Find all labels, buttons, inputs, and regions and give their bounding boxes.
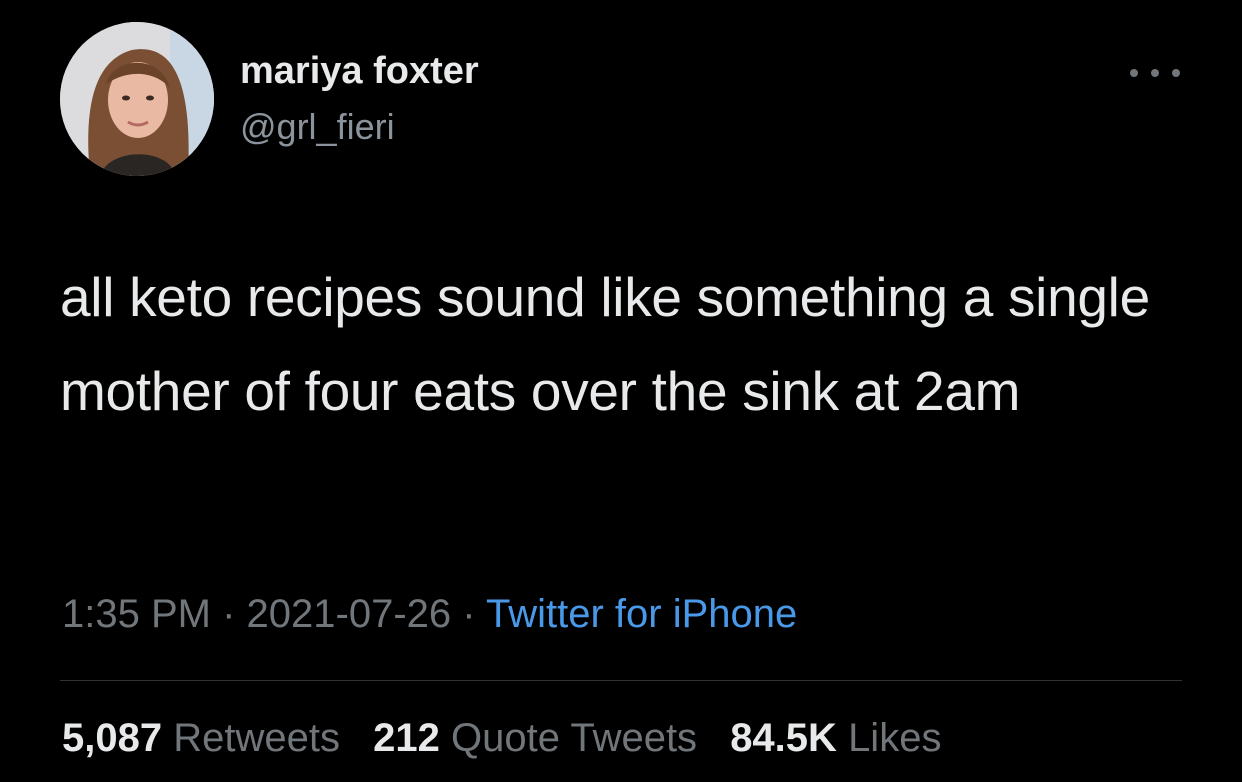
meta-separator: · — [462, 592, 476, 636]
author-display-name[interactable]: mariya foxter — [240, 50, 479, 93]
dot — [1151, 69, 1159, 77]
likes-stat[interactable]: 84.5K Likes — [730, 716, 941, 761]
likes-label: Likes — [848, 716, 942, 760]
quote-tweets-count: 212 — [373, 716, 440, 760]
meta-separator: · — [222, 592, 236, 636]
retweets-stat[interactable]: 5,087 Retweets — [62, 716, 340, 761]
tweet-meta: 1:35 PM · 2021-07-26 · Twitter for iPhon… — [62, 592, 797, 637]
likes-count: 84.5K — [730, 716, 837, 760]
tweet-stats: 5,087 Retweets 212 Quote Tweets 84.5K Li… — [62, 716, 963, 761]
tweet-source-link[interactable]: Twitter for iPhone — [486, 592, 797, 636]
tweet-time[interactable]: 1:35 PM — [62, 592, 211, 636]
dot — [1130, 69, 1138, 77]
quote-tweets-stat[interactable]: 212 Quote Tweets — [373, 716, 697, 761]
tweet-date[interactable]: 2021-07-26 — [247, 592, 452, 636]
quote-tweets-label: Quote Tweets — [450, 716, 698, 760]
retweets-count: 5,087 — [62, 716, 163, 760]
profile-photo-icon — [60, 22, 214, 176]
avatar[interactable] — [60, 22, 214, 176]
divider — [60, 680, 1182, 681]
retweets-label: Retweets — [173, 716, 340, 760]
dot — [1172, 69, 1180, 77]
tweet-text: all keto recipes sound like something a … — [60, 266, 1150, 422]
tweet-card: mariya foxter @grl_fieri all keto recipe… — [0, 0, 1242, 782]
more-options-icon[interactable] — [1130, 62, 1180, 84]
author-handle[interactable]: @grl_fieri — [240, 106, 395, 148]
